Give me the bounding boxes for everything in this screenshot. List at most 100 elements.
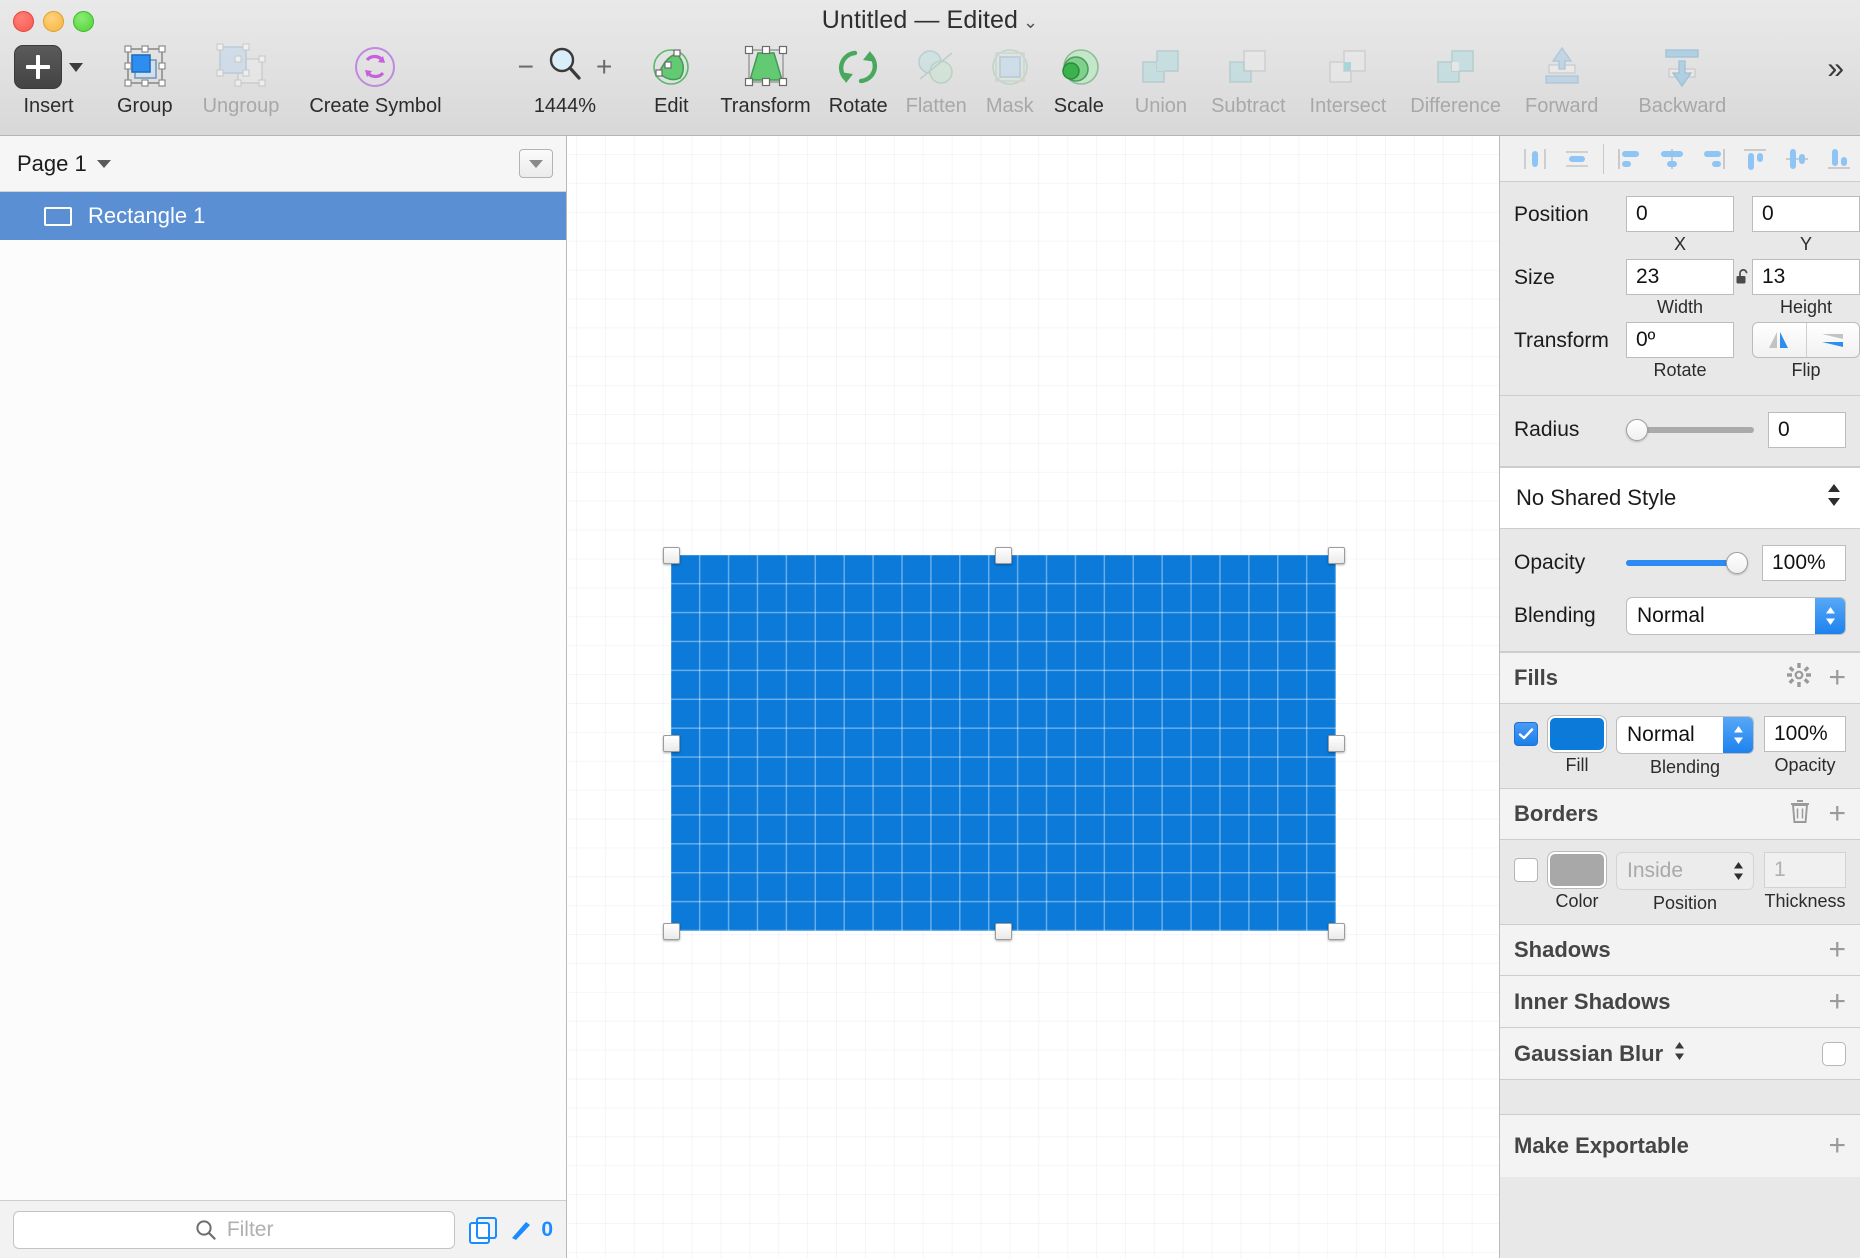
selection-handle[interactable]	[662, 734, 680, 752]
transform-row: Transform 0º Rotate Flip	[1500, 322, 1860, 381]
toolbar-button-mask[interactable]: Mask	[985, 42, 1035, 132]
inner-shadows-section-header[interactable]: Inner Shadows +	[1500, 976, 1860, 1028]
layer-row[interactable]: Rectangle 1	[0, 192, 566, 240]
flip-horizontal-icon[interactable]	[1753, 323, 1806, 357]
toolbar-button-union[interactable]: Union	[1135, 42, 1187, 132]
align-left-edges-icon[interactable]	[1609, 142, 1651, 176]
zoom-in-button[interactable]: +	[596, 53, 612, 81]
border-position-select[interactable]: Inside	[1616, 852, 1754, 890]
align-bottom-edges-icon[interactable]	[1818, 142, 1860, 176]
radius-input[interactable]: 0	[1768, 412, 1846, 448]
radius-slider[interactable]	[1626, 419, 1754, 441]
make-exportable-header[interactable]: Make Exportable +	[1500, 1115, 1860, 1177]
union-icon	[1137, 42, 1185, 92]
fill-blending-select[interactable]: Normal	[1616, 716, 1754, 754]
toolbar-label: Create Symbol	[309, 95, 442, 117]
align-center-horizontal-icon[interactable]	[1556, 142, 1598, 176]
trash-icon[interactable]	[1788, 798, 1812, 830]
slice-tool-group[interactable]: 0	[509, 1218, 553, 1242]
toolbar-button-group[interactable]: Group	[117, 42, 173, 132]
toolbar-button-difference[interactable]: Difference	[1410, 42, 1501, 132]
border-position-stepper-icon[interactable]	[1723, 853, 1753, 889]
unlocked-proportions-icon[interactable]	[1734, 259, 1752, 295]
blending-select[interactable]: Normal	[1626, 597, 1846, 635]
gear-icon[interactable]	[1786, 662, 1812, 694]
shared-style-value: No Shared Style	[1516, 485, 1677, 510]
position-y-input[interactable]: 0	[1752, 196, 1860, 232]
toolbar-button-backward[interactable]: Backward	[1638, 42, 1726, 132]
selection-handle[interactable]	[995, 922, 1012, 940]
align-right-edges-icon[interactable]	[1693, 142, 1735, 176]
selection-handle[interactable]	[662, 546, 680, 564]
page-header[interactable]: Page 1	[0, 136, 566, 192]
toolbar-button-create-symbol[interactable]: Create Symbol	[309, 42, 442, 132]
edit-icon	[646, 42, 696, 92]
add-border-button[interactable]: +	[1828, 799, 1846, 829]
width-input[interactable]: 23	[1626, 259, 1734, 295]
toolbar-button-intersect[interactable]: Intersect	[1310, 42, 1386, 132]
border-enabled-checkbox[interactable]	[1514, 858, 1538, 882]
align-top-edges-icon[interactable]	[1734, 142, 1776, 176]
page-options-icon[interactable]	[519, 149, 553, 178]
rectangle-shape[interactable]	[671, 555, 1336, 931]
selection-handle[interactable]	[1327, 546, 1345, 564]
page-name-label: Page 1	[17, 150, 87, 176]
toolbar-label: Union	[1134, 95, 1188, 117]
shadows-section-header[interactable]: Shadows +	[1500, 924, 1860, 976]
opacity-slider[interactable]	[1626, 552, 1748, 574]
toolbar-button-insert[interactable]: Insert	[14, 42, 83, 132]
selection-handle[interactable]	[662, 922, 680, 940]
selection-handle[interactable]	[1327, 734, 1345, 752]
zoom-out-button[interactable]: −	[518, 53, 534, 81]
size-row: Size 23 Width 13 Height	[1500, 259, 1860, 318]
add-fill-button[interactable]: +	[1828, 663, 1846, 693]
rotate-input[interactable]: 0º	[1626, 322, 1734, 358]
shared-style-dropdown[interactable]: No Shared Style	[1500, 467, 1860, 529]
align-horizontal-centers-icon[interactable]	[1651, 142, 1693, 176]
transform-icon	[741, 42, 791, 92]
add-export-button[interactable]: +	[1828, 1131, 1846, 1161]
align-vertical-centers-icon[interactable]	[1776, 142, 1818, 176]
toolbar-button-ungroup[interactable]: Ungroup	[203, 42, 279, 132]
blur-type-stepper-icon[interactable]	[1671, 1039, 1688, 1069]
flip-vertical-icon[interactable]	[1805, 323, 1860, 357]
blending-stepper-icon[interactable]	[1815, 598, 1845, 634]
toolbar-button-rotate[interactable]: Rotate	[829, 42, 888, 132]
border-position-value: Inside	[1627, 859, 1684, 882]
zoom-icon[interactable]	[546, 45, 584, 90]
fill-blending-col-label: Blending	[1649, 757, 1721, 777]
fill-enabled-checkbox[interactable]	[1514, 722, 1538, 746]
search-input[interactable]: Filter	[13, 1210, 456, 1249]
main-toolbar: Insert Group Ungroup Create Symbol − + 1…	[0, 42, 1860, 136]
fill-color-swatch[interactable]	[1547, 715, 1607, 753]
border-thickness-input[interactable]: 1	[1764, 852, 1846, 888]
add-shadow-button[interactable]: +	[1828, 935, 1846, 965]
fill-blending-stepper-icon[interactable]	[1723, 717, 1753, 753]
borders-section-header: Borders +	[1500, 788, 1860, 840]
position-x-input[interactable]: 0	[1626, 196, 1734, 232]
toolbar-button-transform[interactable]: Transform	[720, 42, 811, 132]
fill-opacity-input[interactable]: 100%	[1764, 716, 1846, 752]
toolbar-button-subtract[interactable]: Subtract	[1211, 42, 1286, 132]
toolbar-button-flatten[interactable]: Flatten	[906, 42, 967, 132]
page-chevron-down-icon[interactable]	[96, 159, 111, 168]
gaussian-blur-section-header[interactable]: Gaussian Blur	[1500, 1028, 1860, 1080]
add-inner-shadow-button[interactable]: +	[1828, 986, 1846, 1017]
border-row: Color Inside Position 1 Thickness	[1500, 840, 1860, 924]
selection-handle[interactable]	[1327, 922, 1345, 940]
design-canvas[interactable]	[567, 136, 1500, 1258]
gaussian-blur-checkbox[interactable]	[1822, 1041, 1846, 1066]
window-title: Untitled — Edited ⌄	[0, 6, 1860, 35]
selection-handle[interactable]	[995, 546, 1012, 564]
toolbar-button-scale[interactable]: Scale	[1053, 42, 1105, 132]
align-left-icon[interactable]	[1514, 142, 1556, 176]
opacity-input[interactable]: 100%	[1762, 545, 1846, 581]
border-color-swatch[interactable]	[1547, 851, 1607, 889]
toolbar-overflow-button[interactable]: »	[1827, 54, 1844, 84]
height-input[interactable]: 13	[1752, 259, 1860, 295]
toolbar-button-forward[interactable]: Forward	[1525, 42, 1598, 132]
toolbar-button-edit[interactable]: Edit	[646, 42, 696, 132]
duplicate-icon[interactable]	[469, 1216, 498, 1244]
title-chevron-down-icon[interactable]: ⌄	[1023, 12, 1038, 32]
mask-icon	[985, 42, 1035, 92]
